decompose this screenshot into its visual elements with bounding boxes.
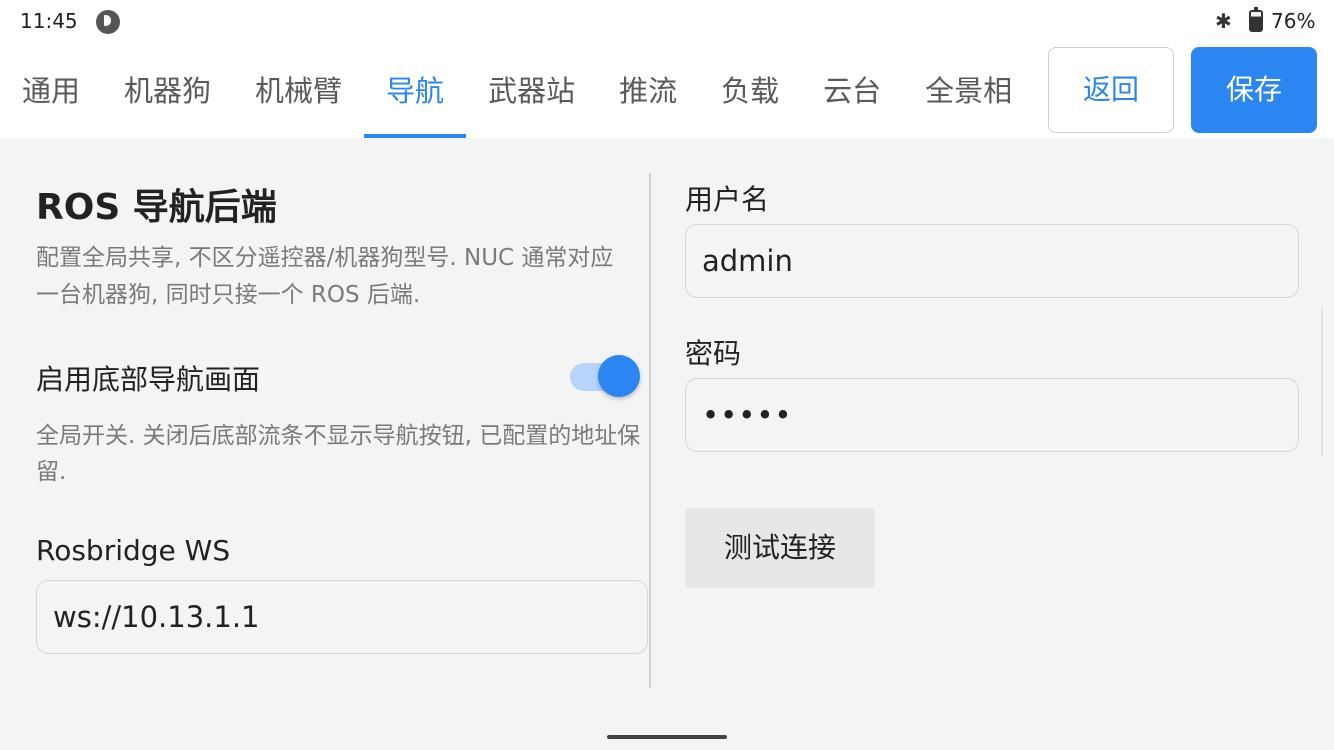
section-description: 配置全局共享, 不区分遥控器/机器狗型号. NUC 通常对应一台机器狗, 同时只… — [36, 245, 614, 308]
settings-tabs: 通用 机器狗 机械臂 导航 武器站 推流 负载 云台 全景相 — [0, 44, 1034, 138]
status-bar: 11:45 ✱ 76% — [0, 0, 1334, 44]
enable-nav-view-label: 启用底部导航画面 — [36, 363, 261, 396]
password-label: 密码 — [685, 337, 742, 370]
back-button[interactable]: 返回 — [1048, 47, 1174, 133]
tab-robot-arm[interactable]: 机械臂 — [233, 44, 364, 138]
bluetooth-icon: ✱ — [1215, 9, 1232, 33]
scrollbar[interactable] — [1321, 307, 1323, 457]
test-connection-button[interactable]: 测试连接 — [685, 508, 875, 588]
enable-nav-view-toggle[interactable] — [570, 354, 642, 400]
home-indicator[interactable] — [607, 735, 727, 739]
username-input[interactable]: admin — [685, 224, 1299, 298]
battery-charging-icon — [1249, 7, 1263, 32]
status-time: 11:45 — [20, 9, 78, 33]
top-bar: 11:45 ✱ 76% 通用 机器狗 机械臂 导航 武器站 推流 负载 云台 全… — [0, 0, 1334, 138]
tab-streaming[interactable]: 推流 — [597, 44, 699, 138]
toggle-thumb — [598, 355, 640, 397]
toggle-description: 全局开关. 关闭后底部流条不显示导航按钮, 已配置的地址保留. — [36, 423, 641, 485]
column-divider — [649, 173, 651, 688]
tab-robot-dog[interactable]: 机器狗 — [102, 44, 233, 138]
password-input[interactable]: ••••• — [685, 378, 1299, 452]
tab-navigation[interactable]: 导航 — [364, 44, 467, 138]
page-title: ROS 导航后端 — [36, 187, 277, 228]
battery-percent: 76% — [1271, 9, 1316, 33]
tab-panorama-camera[interactable]: 全景相 — [903, 44, 1034, 138]
tab-general[interactable]: 通用 — [0, 44, 102, 138]
rosbridge-label: Rosbridge WS — [36, 534, 231, 567]
app-notification-icon — [96, 10, 120, 34]
tab-weapon-station[interactable]: 武器站 — [466, 44, 597, 138]
save-button[interactable]: 保存 — [1191, 47, 1317, 133]
rosbridge-url-input[interactable]: ws://10.13.1.1 — [36, 580, 648, 654]
tab-payload[interactable]: 负载 — [699, 44, 801, 138]
username-label: 用户名 — [685, 183, 770, 216]
tab-gimbal[interactable]: 云台 — [801, 44, 903, 138]
